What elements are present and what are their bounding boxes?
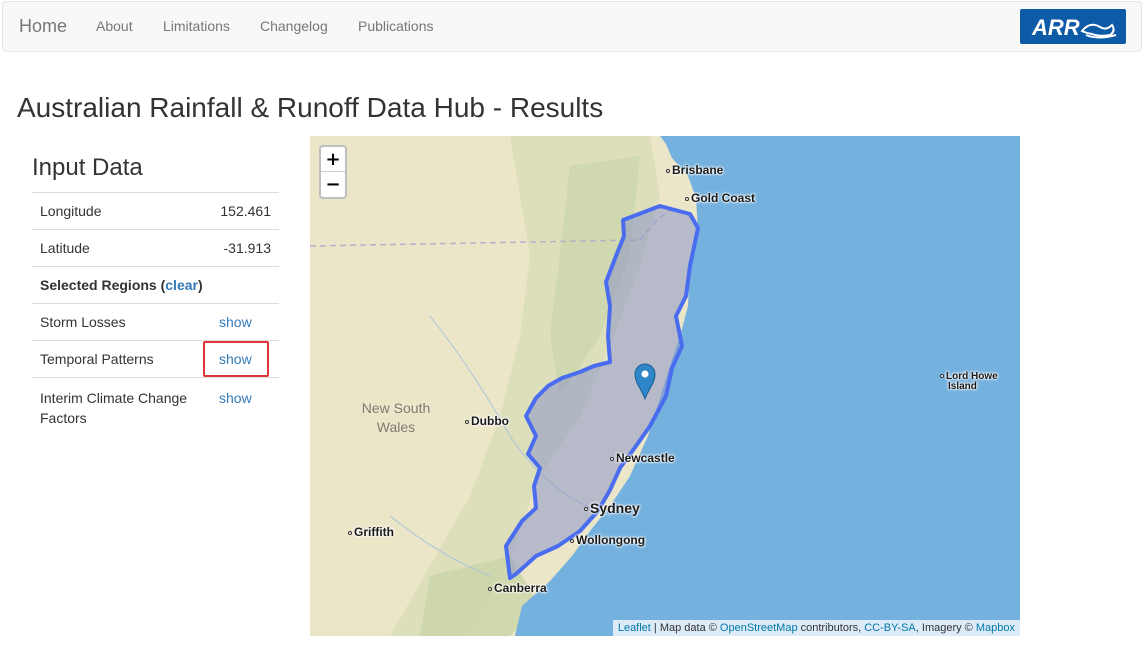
city-canberra: Canberra: [488, 581, 547, 595]
city-dot-icon: [685, 196, 689, 201]
selected-regions-header: Selected Regions (clear): [32, 266, 279, 304]
map-view[interactable]: + − Brisbane Gold Coast Dubbo Newcastle …: [310, 136, 1020, 636]
location-marker-icon[interactable]: [634, 362, 656, 400]
longitude-value: 152.461: [209, 192, 279, 230]
mapbox-link[interactable]: Mapbox: [976, 622, 1015, 634]
temporal-patterns-label: Temporal Patterns: [32, 340, 209, 378]
storm-losses-row: Storm Losses show: [32, 303, 279, 341]
city-dot-icon: [940, 374, 944, 379]
city-dot-icon: [348, 530, 352, 535]
city-brisbane: Brisbane: [666, 163, 723, 177]
city-sydney: Sydney: [584, 500, 640, 516]
top-navbar: Home About Limitations Changelog Publica…: [2, 1, 1142, 52]
city-dot-icon: [488, 586, 492, 591]
nav-limitations-link[interactable]: Limitations: [163, 2, 230, 51]
city-dubbo: Dubbo: [465, 414, 509, 428]
storm-losses-label: Storm Losses: [32, 303, 209, 341]
zoom-in-button[interactable]: +: [321, 147, 345, 172]
latitude-value: -31.913: [209, 229, 279, 267]
city-gold-coast: Gold Coast: [685, 191, 755, 205]
leaflet-link[interactable]: Leaflet: [618, 622, 651, 634]
storm-losses-show-link[interactable]: show: [219, 314, 252, 330]
input-data-heading: Input Data: [32, 154, 143, 181]
city-dot-icon: [610, 456, 614, 461]
nav-home-link[interactable]: Home: [19, 2, 67, 51]
latitude-row: Latitude -31.913: [32, 229, 279, 267]
longitude-row: Longitude 152.461: [32, 192, 279, 230]
city-dot-icon: [584, 507, 588, 512]
city-lord-howe-island: Lord Howe Island: [940, 372, 998, 392]
temporal-patterns-row: Temporal Patterns show: [32, 340, 279, 378]
climate-change-label: Interim Climate Change Factors: [32, 377, 209, 436]
state-label-nsw: New South Wales: [361, 400, 431, 435]
arr-logo-graphic: ARR: [1031, 15, 1117, 40]
license-link[interactable]: CC-BY-SA: [864, 622, 916, 634]
clear-regions-link[interactable]: clear: [165, 277, 198, 293]
city-newcastle: Newcastle: [610, 451, 675, 465]
input-data-table: Longitude 152.461 Latitude -31.913 Selec…: [32, 192, 279, 436]
city-dot-icon: [666, 168, 670, 173]
map-attribution: Leaflet | Map data © OpenStreetMap contr…: [612, 620, 1020, 636]
zoom-out-button[interactable]: −: [321, 172, 345, 197]
selected-regions-label: Selected Regions (: [40, 277, 166, 293]
osm-link[interactable]: OpenStreetMap: [720, 622, 798, 634]
city-griffith: Griffith: [348, 525, 394, 539]
selected-regions-close: ): [197, 277, 203, 293]
temporal-patterns-show-link[interactable]: show: [219, 351, 252, 367]
latitude-label: Latitude: [32, 229, 209, 267]
city-wollongong: Wollongong: [570, 533, 645, 547]
arr-logo[interactable]: ARR: [1020, 9, 1126, 44]
nav-changelog-link[interactable]: Changelog: [260, 2, 328, 51]
arr-logo-text: ARR: [1031, 15, 1080, 40]
climate-change-row: Interim Climate Change Factors show: [32, 377, 279, 436]
selected-regions-row: Selected Regions (clear): [32, 266, 279, 304]
city-dot-icon: [570, 538, 574, 543]
map-base-layer: [310, 136, 1020, 636]
city-dot-icon: [465, 419, 469, 424]
climate-change-show-link[interactable]: show: [219, 390, 252, 406]
page-title: Australian Rainfall & Runoff Data Hub - …: [17, 92, 604, 123]
zoom-control: + −: [319, 145, 347, 199]
nav-about-link[interactable]: About: [96, 2, 133, 51]
longitude-label: Longitude: [32, 192, 209, 230]
nav-publications-link[interactable]: Publications: [358, 2, 434, 51]
